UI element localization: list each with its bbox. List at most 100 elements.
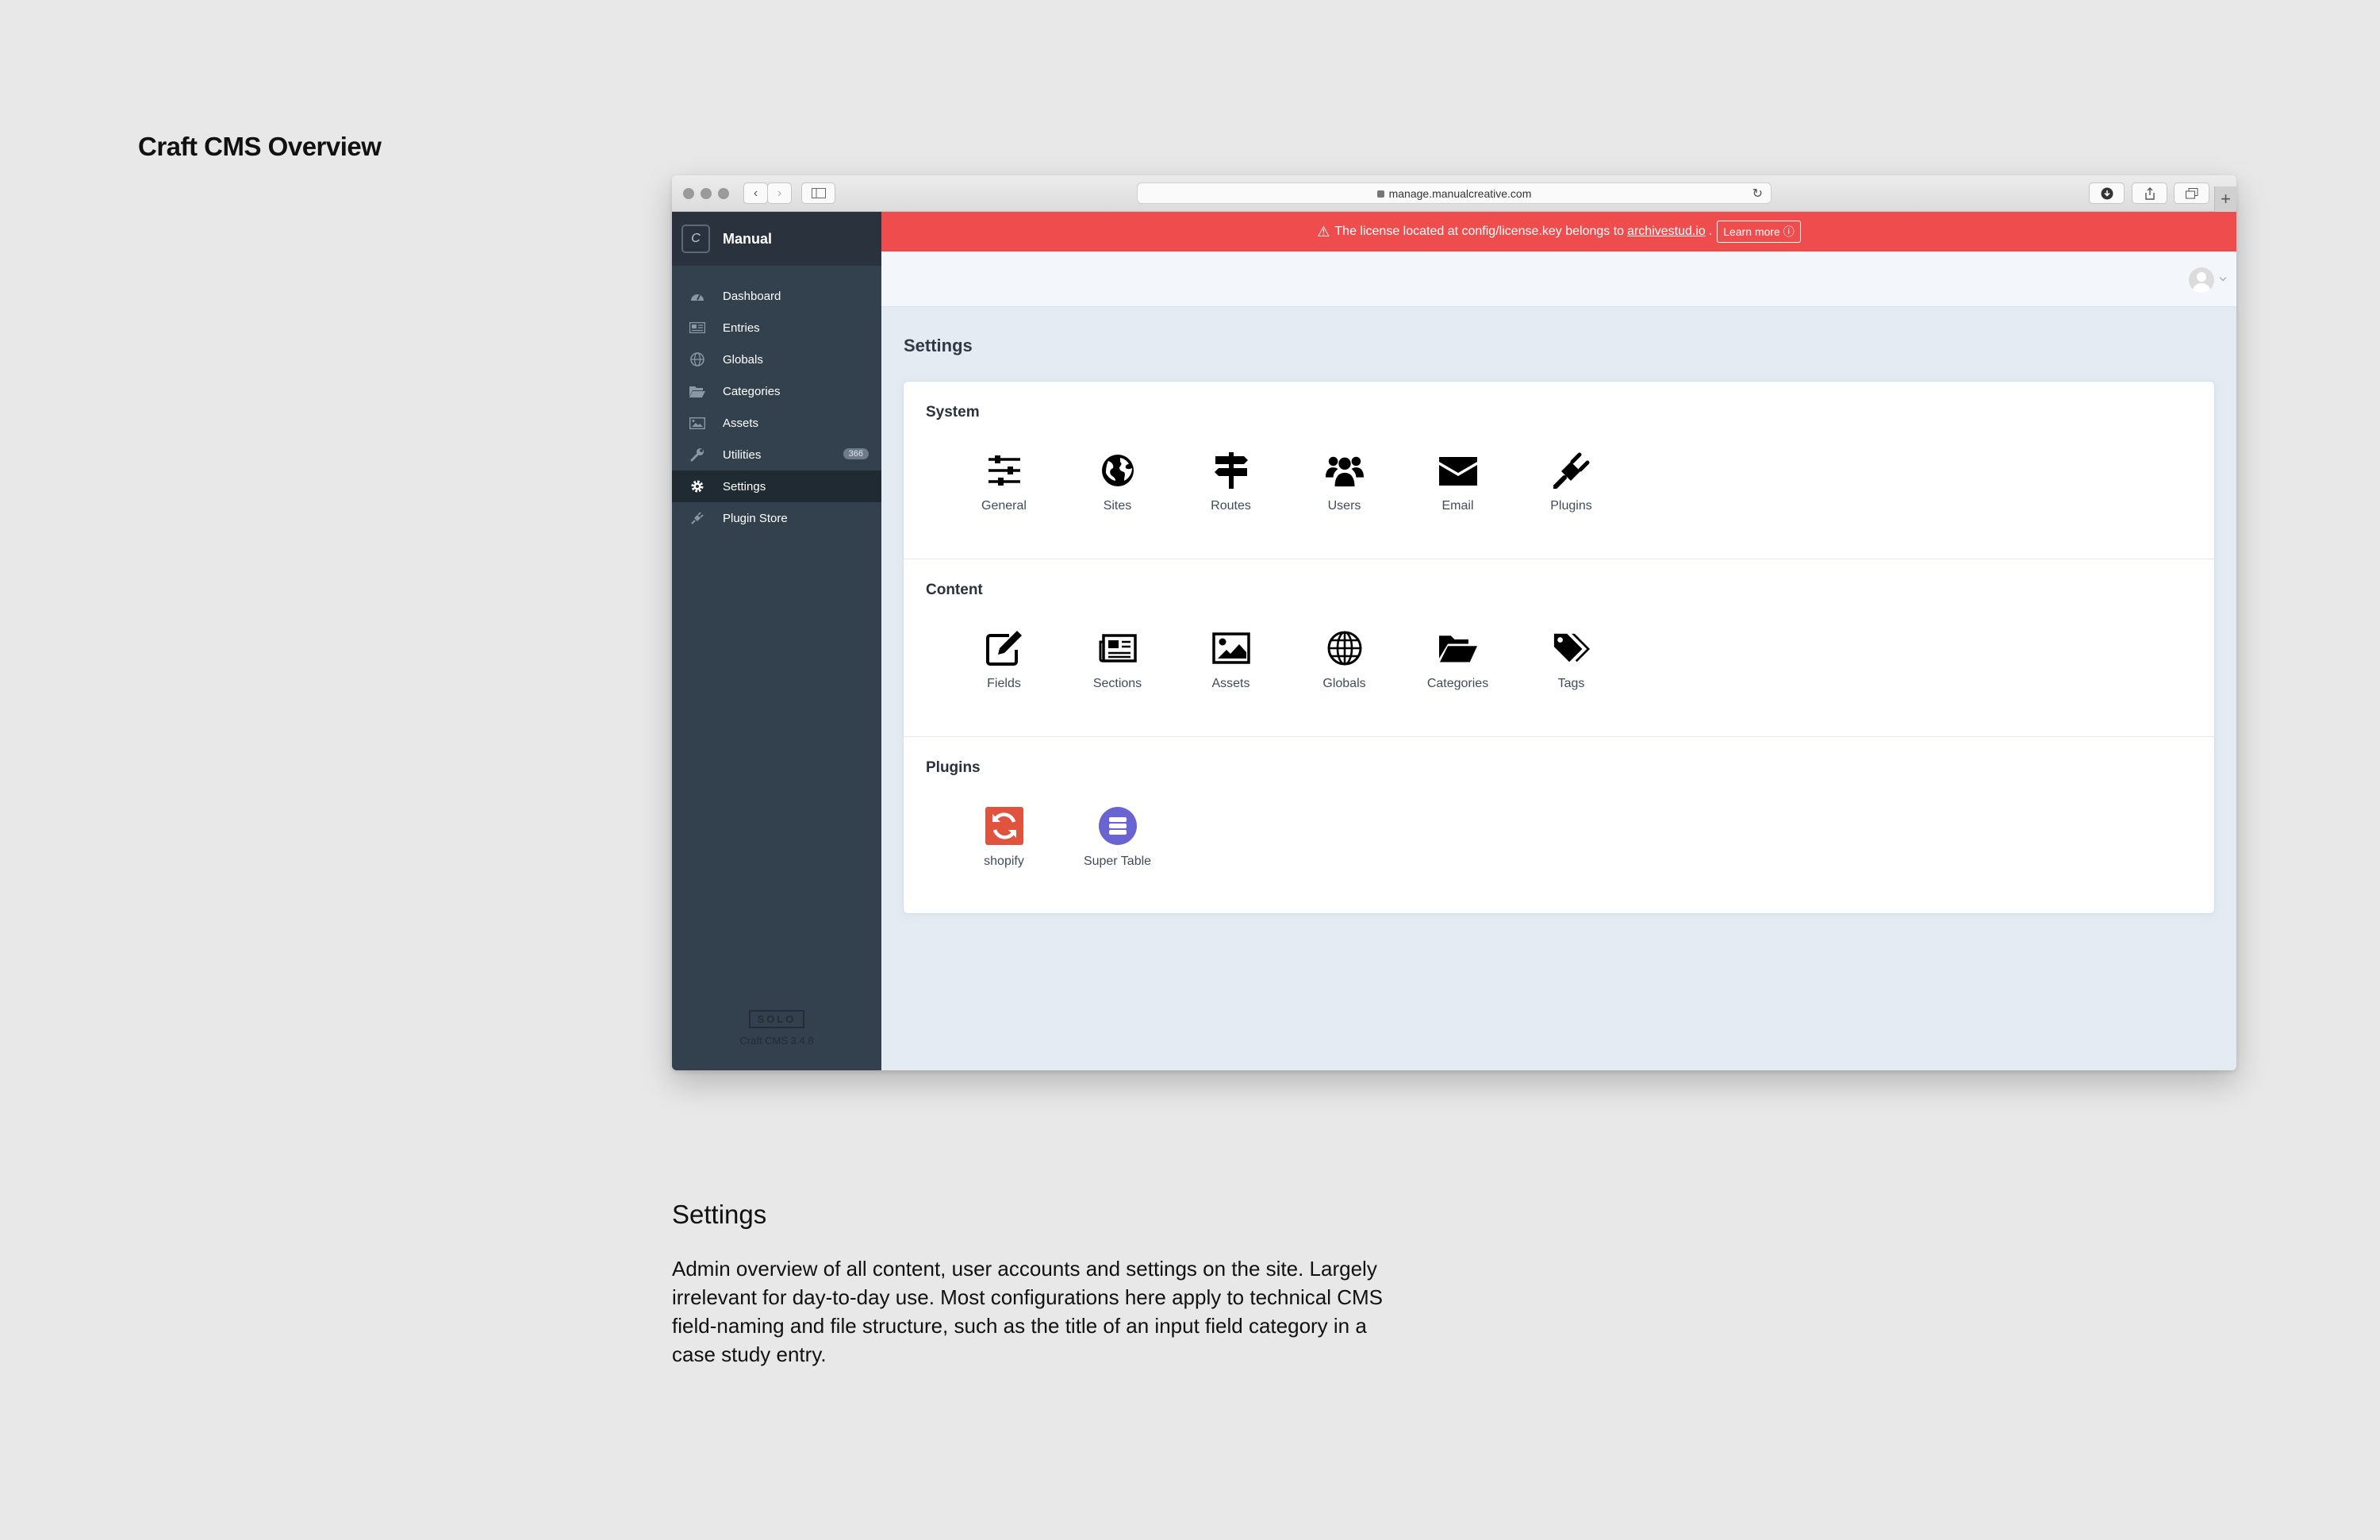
top-bar [881,252,2236,307]
earth-icon [1099,451,1137,490]
plug-icon [689,510,705,526]
tile-label: Sites [1103,499,1132,513]
settings-tile-categories[interactable]: Categories [1401,629,1514,691]
tile-label: shopify [984,854,1024,868]
sidebar-footer: SOLO Craft CMS 3.4.8 [672,1010,881,1047]
signpost-icon [1212,451,1250,490]
section-title: System [926,404,980,421]
alert-text: The license located at config/license.ke… [1334,225,1625,238]
utilities-badge: 366 [843,448,869,459]
sidebar-item-utilities[interactable]: Utilities 366 [672,439,881,470]
settings-tile-super-table[interactable]: Super Table [1061,807,1174,869]
plug-icon [1553,451,1591,490]
sidebar-item-label: Utilities [723,447,762,462]
back-button[interactable]: ‹ [743,182,768,204]
shopify-sync-icon [985,807,1023,845]
wrench-icon [689,447,705,463]
section-content: Content Fields Sections Assets Globals C… [904,559,2214,737]
page-heading: Craft CMS Overview [138,132,382,161]
tile-label: Tags [1557,677,1585,690]
section-system: System General Sites Routes Users Email … [904,382,2214,559]
browser-window: ‹ › manage.manualcreative.com ↻ + C Manu… [672,175,2236,1070]
tile-label: Sections [1092,677,1142,690]
caption-title: Settings [672,1200,767,1229]
sidebar-item-plugin-store[interactable]: Plugin Store [672,502,881,534]
version-text: Craft CMS 3.4.8 [739,1035,814,1047]
reload-icon[interactable]: ↻ [1752,186,1763,202]
sidebar-item-label: Entries [723,321,760,335]
settings-tile-routes[interactable]: Routes [1174,451,1288,513]
sidebar-item-label: Globals [723,352,763,367]
settings-tile-email[interactable]: Email [1401,451,1514,513]
tile-label: Globals [1322,677,1366,690]
tile-label: Routes [1211,499,1251,513]
download-icon [2101,187,2113,199]
plus-icon: + [2221,189,2231,209]
sidebar-item-label: Settings [723,479,766,493]
super-table-icon [1098,807,1137,845]
folder-icon [689,383,705,399]
learn-more-label: Learn more [1723,225,1780,238]
edition-badge[interactable]: SOLO [748,1010,805,1028]
sidebar-nav: Dashboard Entries Globals Categories Ass… [672,280,881,534]
settings-tile-fields[interactable]: Fields [947,629,1061,691]
settings-tile-general[interactable]: General [947,451,1061,513]
settings-tile-shopify[interactable]: shopify [947,807,1061,869]
tile-label: General [981,499,1027,513]
sidebar-icon [811,188,826,198]
tile-label: Email [1441,499,1474,513]
license-link[interactable]: archivestud.io [1627,225,1706,239]
settings-tile-plugins[interactable]: Plugins [1514,451,1628,513]
settings-tile-tags[interactable]: Tags [1514,629,1628,691]
users-icon [1325,451,1364,490]
cms-app: C Manual Dashboard Entries Globals Categ… [672,212,2236,1070]
minimize-window-button[interactable] [701,188,712,199]
chevron-right-icon: › [777,186,782,200]
gauge-icon [689,288,705,304]
sidebar-item-dashboard[interactable]: Dashboard [672,280,881,312]
forward-button[interactable]: › [767,182,792,204]
tags-icon [1553,629,1591,667]
warning-icon: ⚠ [1317,223,1330,240]
newspaper-icon [1099,629,1137,667]
sidebar-item-categories[interactable]: Categories [672,375,881,407]
tabs-overview-button[interactable] [2174,182,2209,204]
settings-tile-globals[interactable]: Globals [1288,629,1401,691]
zoom-window-button[interactable] [718,188,729,199]
chevron-down-icon[interactable] [2219,274,2227,282]
sidebar-toggle-button[interactable] [801,182,835,204]
alert-text-end: . [1708,225,1713,238]
url-text: manage.manualcreative.com [1388,186,1532,200]
settings-tile-sites[interactable]: Sites [1061,451,1174,513]
sidebar-item-settings[interactable]: Settings [672,470,881,502]
sidebar: C Manual Dashboard Entries Globals Categ… [672,212,881,1070]
close-window-button[interactable] [683,188,694,199]
envelope-icon [1438,451,1477,490]
tile-label: Users [1327,499,1361,513]
sidebar-item-assets[interactable]: Assets [672,407,881,439]
address-bar[interactable]: manage.manualcreative.com ↻ [1137,182,1772,204]
sidebar-item-label: Plugin Store [723,511,788,525]
sidebar-item-label: Categories [723,384,781,398]
settings-tile-sections[interactable]: Sections [1061,629,1174,691]
tile-label: Plugins [1550,499,1592,513]
settings-tile-users[interactable]: Users [1288,451,1401,513]
newspaper-icon [689,320,705,336]
craft-logo-icon[interactable]: C [681,225,710,253]
site-name[interactable]: Manual [723,231,772,248]
downloads-button[interactable] [2089,182,2125,204]
sliders-icon [985,451,1023,490]
avatar[interactable] [2189,267,2214,293]
new-tab-button[interactable]: + [2214,186,2236,212]
main-content: ⚠ The license located at config/license.… [881,212,2236,1070]
image-icon [689,415,705,431]
sidebar-item-globals[interactable]: Globals [672,344,881,375]
share-button[interactable] [2132,182,2167,204]
gear-icon [689,478,705,494]
learn-more-button[interactable]: Learn more ⓘ [1717,221,1801,243]
tile-label: Assets [1211,677,1250,690]
settings-tile-assets[interactable]: Assets [1174,629,1288,691]
sidebar-item-entries[interactable]: Entries [672,312,881,344]
globe-icon [689,351,705,367]
tile-label: Super Table [1083,854,1152,868]
